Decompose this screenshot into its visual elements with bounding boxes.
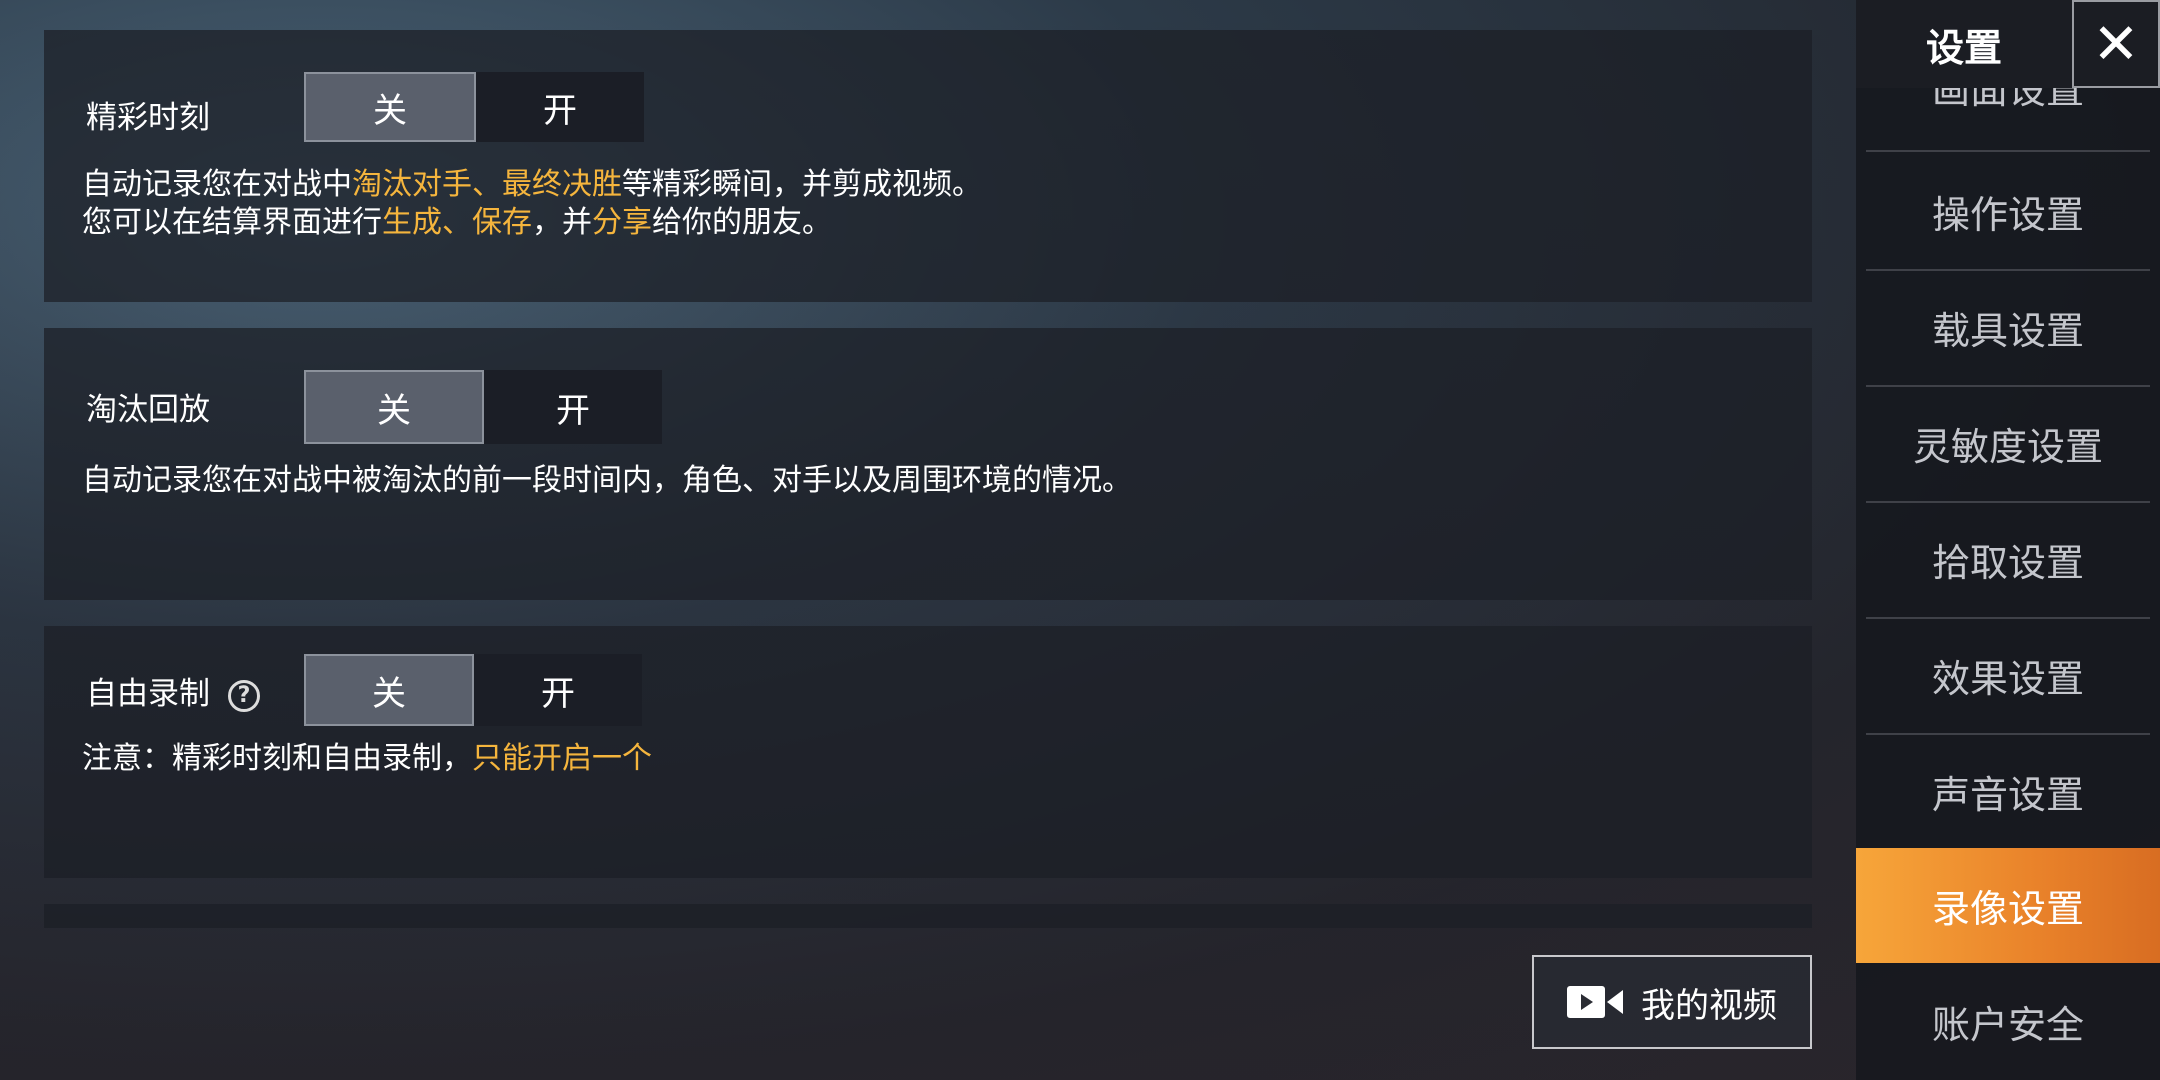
settings-title: 设置 (1856, 0, 2072, 88)
help-icon[interactable]: ? (228, 679, 260, 712)
elimination-description: 自动记录您在对战中被淘汰的前一段时间内，角色、对手以及周围环境的情况。 (82, 463, 1132, 498)
elimination-off-option[interactable]: 关 (304, 370, 484, 444)
close-icon[interactable]: ✕ (2072, 0, 2160, 88)
free-record-on-option[interactable]: 开 (474, 654, 642, 726)
highlight-label: 精彩时刻 (86, 100, 210, 136)
sidebar-item-vehicle[interactable]: 载具设置 (1866, 270, 2150, 387)
free-record-label: 自由录制? (86, 668, 260, 713)
elimination-replay-panel: 淘汰回放 关 开 自动记录您在对战中被淘汰的前一段时间内，角色、对手以及周围环境… (44, 328, 1812, 600)
sidebar-item-pickup[interactable]: 拾取设置 (1866, 502, 2150, 619)
free-record-toggle: 关 开 (304, 654, 642, 726)
highlight-on-option[interactable]: 开 (476, 72, 644, 142)
elimination-replay-label: 淘汰回放 (86, 392, 210, 428)
my-video-button[interactable]: 我的视频 (1532, 955, 1812, 1049)
sidebar-item-sensitivity[interactable]: 灵敏度设置 (1866, 386, 2150, 503)
highlight-panel: 精彩时刻 关 开 自动记录您在对战中淘汰对手、最终决胜等精彩瞬间，并剪成视频。 … (44, 30, 1812, 302)
free-record-panel: 自由录制? 关 开 注意：精彩时刻和自由录制，只能开启一个 (44, 626, 1812, 878)
highlight-toggle: 关 开 (304, 72, 644, 142)
sidebar-item-recording[interactable]: 录像设置 (1856, 848, 2160, 963)
settings-sidebar: 画面设置 操作设置 载具设置 灵敏度设置 拾取设置 效果设置 声音设置 录像设置… (1856, 0, 2160, 1080)
highlight-off-option[interactable]: 关 (304, 72, 476, 142)
sidebar-item-controls[interactable]: 操作设置 (1866, 154, 2150, 271)
sidebar-item-sound[interactable]: 声音设置 (1866, 734, 2150, 851)
video-camera-icon (1567, 986, 1623, 1018)
elimination-replay-toggle: 关 开 (304, 370, 662, 444)
free-record-off-option[interactable]: 关 (304, 654, 474, 726)
free-record-note: 注意：精彩时刻和自由录制，只能开启一个 (82, 741, 652, 776)
my-video-label: 我的视频 (1641, 985, 1777, 1026)
elimination-on-option[interactable]: 开 (484, 370, 662, 444)
highlight-description: 自动记录您在对战中淘汰对手、最终决胜等精彩瞬间，并剪成视频。 您可以在结算界面进… (82, 167, 982, 240)
next-panel-strip (44, 904, 1812, 928)
sidebar-item-account-security[interactable]: 账户安全 (1866, 964, 2150, 1079)
sidebar-item-effects[interactable]: 效果设置 (1866, 618, 2150, 735)
